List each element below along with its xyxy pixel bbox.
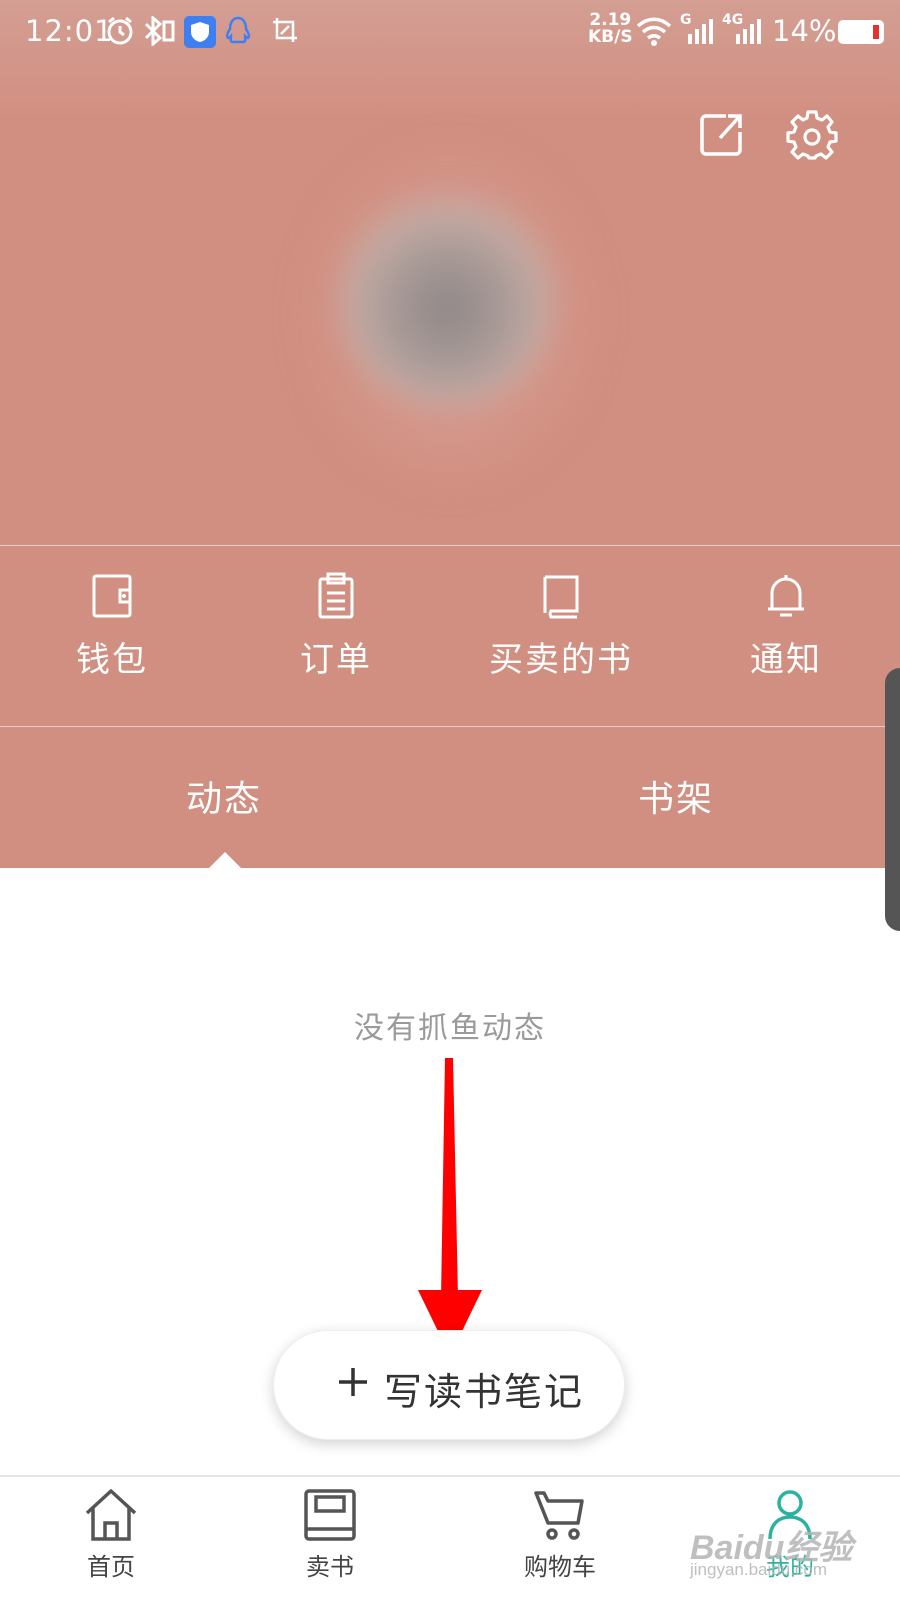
status-time: 12:01 [25,14,114,48]
nav-item-sell[interactable]: 卖书 [255,1487,405,1582]
write-note-button[interactable]: 写读书笔记 [273,1330,625,1440]
menu-item-notifications[interactable]: 通知 [686,570,886,681]
plus-icon [339,1368,367,1396]
share-icon[interactable] [696,108,748,160]
home-icon [85,1489,137,1541]
avatar[interactable] [340,190,555,405]
edge-drag-handle[interactable] [885,668,900,931]
menu-item-wallet[interactable]: 钱包 [12,570,212,681]
screenshot-icon [273,18,297,42]
battery-icon [838,20,884,44]
nav-item-home[interactable]: 首页 [36,1487,186,1582]
nav-item-cart[interactable]: 购物车 [485,1487,635,1582]
signal-4g-icon [736,19,761,44]
wallet-icon [92,574,132,618]
status-bar: 12:01 2.19 KB/S G 4G 14% [0,0,900,64]
tab-bookshelf[interactable]: 书架 [638,770,714,822]
tab-activity[interactable]: 动态 [186,770,262,822]
clipboard-icon [318,572,354,619]
menu-item-label: 钱包 [76,640,148,680]
write-note-label: 写读书笔记 [384,1370,585,1414]
header-divider-top [0,545,900,546]
menu-item-label: 买卖的书 [489,640,633,680]
gear-icon[interactable] [786,108,838,160]
empty-feed-message: 没有抓鱼动态 [354,1011,546,1046]
menu-item-orders[interactable]: 订单 [236,570,436,681]
battery-percent: 14% [772,14,837,48]
active-tab-indicator [209,852,241,868]
network-speed: 2.19 KB/S [588,10,633,47]
book-icon [543,575,579,619]
sell-book-icon [304,1489,356,1541]
nav-label: 首页 [87,1553,135,1581]
bluetooth-icon [144,16,175,46]
qq-icon [225,16,251,44]
header-divider-bottom [0,726,900,727]
profile-header [0,0,900,868]
shield-icon [184,16,216,48]
alarm-icon [107,16,133,45]
nav-label: 购物车 [524,1553,596,1581]
annotation-arrow [418,1058,482,1356]
wifi-icon [636,17,672,46]
menu-item-label: 通知 [750,640,822,680]
signal-icon [688,19,713,44]
nav-label: 卖书 [306,1553,354,1581]
cart-icon [534,1491,584,1540]
menu-item-my-books[interactable]: 买卖的书 [461,570,661,681]
bell-icon [768,575,804,617]
baidu-watermark-url: jingyan.baidu.com [690,1560,828,1579]
menu-item-label: 订单 [300,640,372,680]
